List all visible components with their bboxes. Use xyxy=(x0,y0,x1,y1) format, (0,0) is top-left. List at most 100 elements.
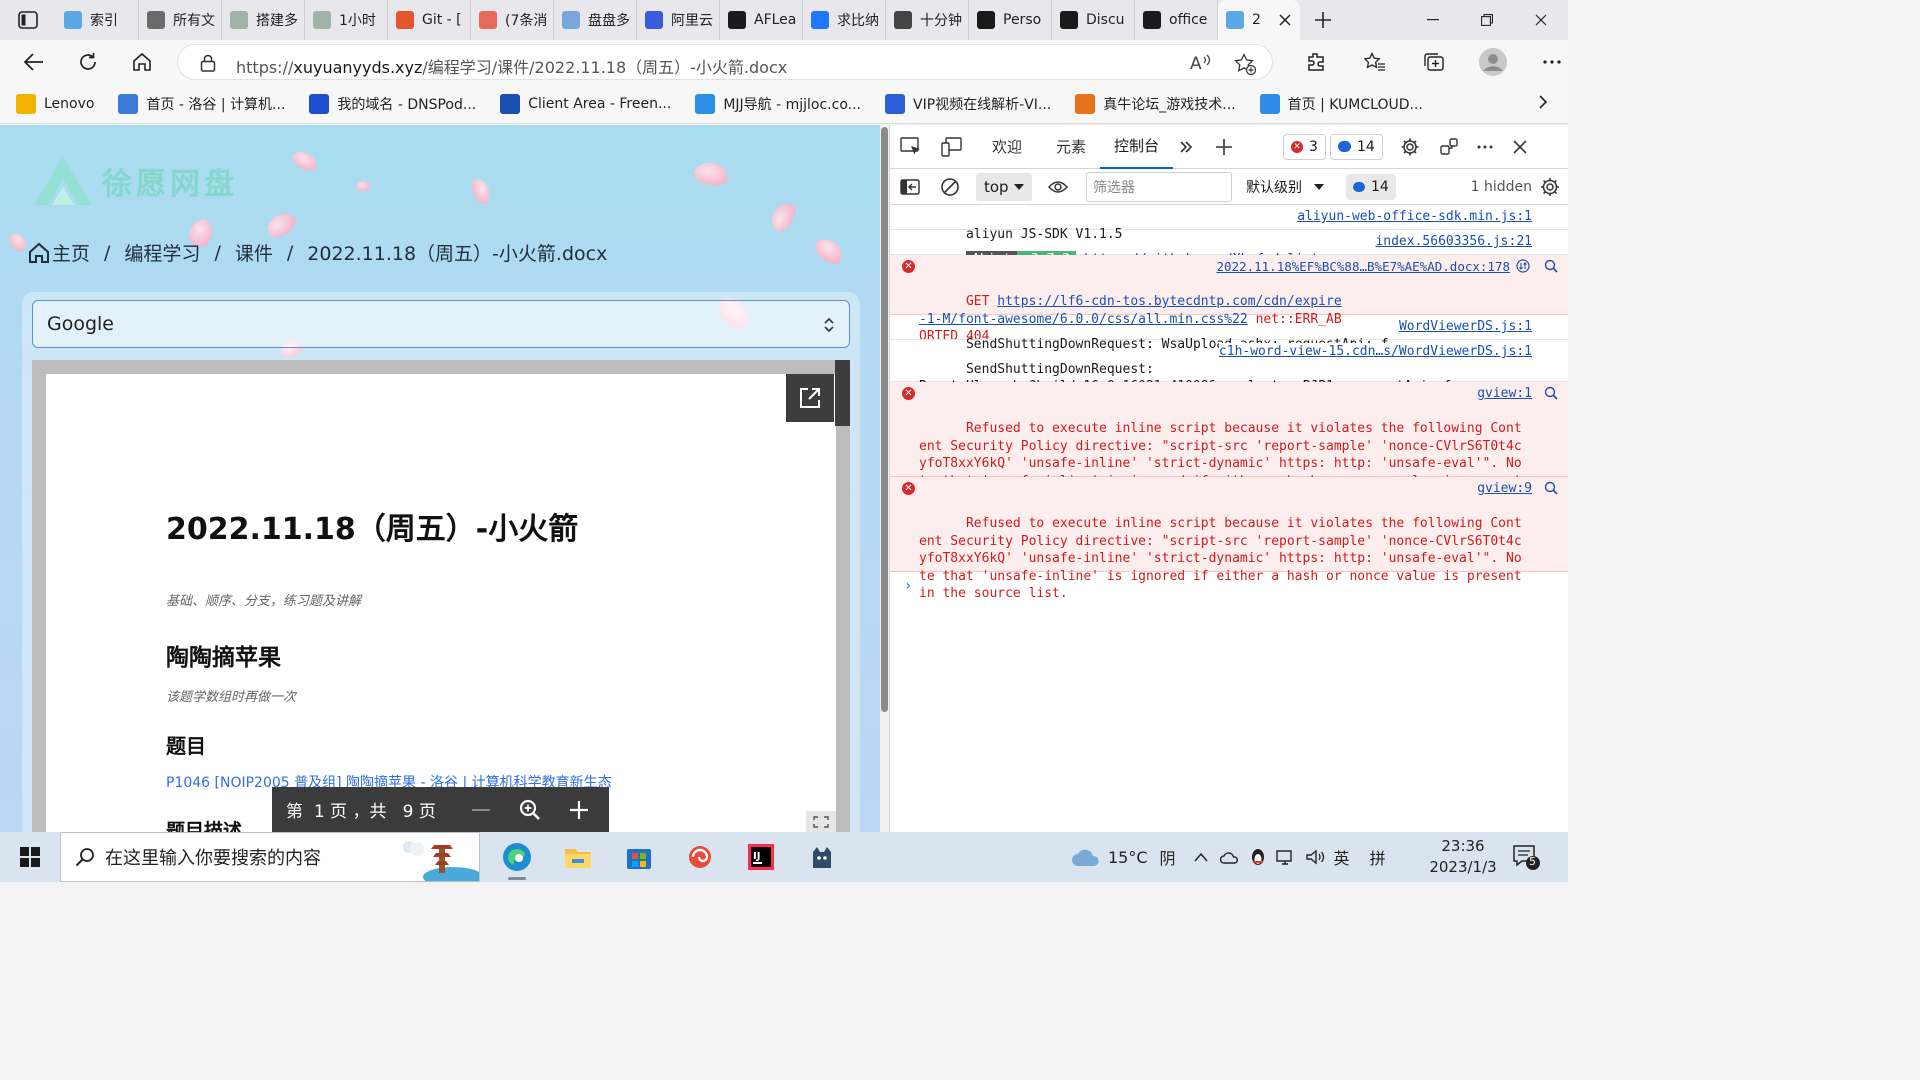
search-icon[interactable] xyxy=(1544,386,1558,400)
add-tool-icon[interactable] xyxy=(1199,125,1249,169)
source-link[interactable]: c1h-word-view-15.cdn…s/WordViewerDS.js:1 xyxy=(1218,343,1532,361)
taskbar-app-red[interactable] xyxy=(669,832,730,882)
page-scrollbar[interactable] xyxy=(880,125,890,832)
weather-cloud-icon[interactable] xyxy=(1070,846,1102,868)
bookmark-item[interactable]: 真牛论坛_游戏技术... xyxy=(1075,93,1236,114)
document-page[interactable]: 2022.11.18（周五）-小火箭 基础、顺序、分支，练习题及讲解 陶陶摘苹果… xyxy=(46,374,836,832)
more-menu-icon[interactable] xyxy=(1522,40,1581,84)
browser-tab[interactable]: 十分钟 xyxy=(886,0,969,40)
read-aloud-icon[interactable]: A xyxy=(1190,53,1212,73)
source-link[interactable]: aliyun-web-office-sdk.min.js:1 xyxy=(1297,208,1532,226)
browser-tab[interactable]: Perso xyxy=(969,0,1052,40)
message-count-badge[interactable]: 14 xyxy=(1329,133,1383,160)
breadcrumb-courseware[interactable]: 课件 xyxy=(235,239,273,266)
close-window-button[interactable] xyxy=(1514,0,1568,40)
volume-icon[interactable] xyxy=(1305,849,1326,865)
breadcrumb-programming[interactable]: 编程学习 xyxy=(124,239,200,266)
bookmark-item[interactable]: Client Area - Freen... xyxy=(500,93,671,114)
bookmark-item[interactable]: 首页 - 洛谷 | 计算机... xyxy=(118,93,285,114)
browser-tab[interactable]: office xyxy=(1135,0,1218,40)
ime-language[interactable]: 英 xyxy=(1334,845,1350,869)
browser-tab[interactable]: 2 xyxy=(1218,0,1300,40)
scrollbar-thumb[interactable] xyxy=(881,127,888,712)
devtools-more-icon[interactable] xyxy=(1467,125,1503,169)
sidebar-toggle-icon[interactable] xyxy=(890,169,930,205)
add-favorite-icon[interactable] xyxy=(1234,53,1256,75)
ime-mode[interactable]: 拼 xyxy=(1370,845,1386,869)
browser-tab[interactable]: AFLea xyxy=(720,0,803,40)
source-link[interactable]: WordViewerDS.js:1 xyxy=(1398,318,1532,336)
inspect-element-icon[interactable] xyxy=(890,125,932,169)
device-emulation-icon[interactable] xyxy=(932,125,972,169)
start-button[interactable] xyxy=(0,832,60,882)
new-tab-button[interactable] xyxy=(1300,0,1346,40)
error-count-badge[interactable]: ✕ 3 xyxy=(1283,133,1326,160)
zoom-in-button[interactable] xyxy=(554,787,603,832)
taskbar-file-explorer[interactable] xyxy=(547,832,608,882)
current-page[interactable]: 1 xyxy=(314,802,325,822)
taskbar-store[interactable] xyxy=(608,832,669,882)
extensions-icon[interactable] xyxy=(1286,40,1345,84)
browser-tab[interactable]: 搭建多 xyxy=(222,0,305,40)
url-text[interactable]: https://xuyuanyyds.xyz/编程学习/课件/2022.11.1… xyxy=(236,54,787,78)
breadcrumb-file[interactable]: 2022.11.18（周五）-小火箭.docx xyxy=(307,239,607,266)
restore-button[interactable] xyxy=(1460,0,1514,40)
close-tab-icon[interactable] xyxy=(1276,11,1294,29)
bookmark-item[interactable]: 首页 | KUMCLOUD... xyxy=(1259,93,1423,114)
connection-icon[interactable] xyxy=(1431,125,1467,169)
clear-console-icon[interactable] xyxy=(930,169,970,205)
profile-avatar[interactable] xyxy=(1463,40,1522,84)
source-link[interactable]: 2022.11.18%EF%BC%88…B%E7%AE%AD.docx:178 xyxy=(1216,258,1510,276)
home-button[interactable] xyxy=(115,40,169,84)
lock-icon[interactable] xyxy=(200,54,216,72)
tab-actions-icon[interactable] xyxy=(0,0,56,40)
zoom-icon[interactable] xyxy=(505,787,554,832)
taskbar-cat-app[interactable] xyxy=(791,832,852,882)
browser-tab[interactable]: Discu xyxy=(1052,0,1135,40)
search-icon[interactable] xyxy=(1544,481,1558,495)
fullscreen-button[interactable] xyxy=(806,811,836,832)
weather-temp[interactable]: 15°C xyxy=(1108,848,1148,867)
close-devtools-icon[interactable] xyxy=(1503,125,1537,169)
browser-tab[interactable]: 1小时 xyxy=(305,0,388,40)
weather-desc[interactable]: 阴 xyxy=(1160,845,1176,869)
notification-center-button[interactable]: 5 xyxy=(1512,844,1540,870)
collections-icon[interactable] xyxy=(1404,40,1463,84)
breadcrumb-home[interactable]: 主页 xyxy=(52,239,90,266)
source-link[interactable]: gview:9 xyxy=(1477,480,1532,498)
refresh-button[interactable] xyxy=(61,40,115,84)
bookmark-item[interactable]: 我的域名 - DNSPod... xyxy=(309,93,476,114)
log-level-dropdown[interactable]: 默认级别 xyxy=(1246,177,1324,197)
console-settings-icon[interactable] xyxy=(1540,177,1560,197)
viewer-scrollbar[interactable] xyxy=(835,360,850,426)
home-icon[interactable] xyxy=(28,242,50,264)
tab-elements[interactable]: 元素 xyxy=(1042,125,1100,169)
source-link[interactable]: index.56603356.js:21 xyxy=(1375,233,1532,251)
settings-gear-icon[interactable] xyxy=(1389,125,1431,169)
console-filter-input[interactable]: 筛选器 xyxy=(1086,171,1232,202)
browser-tab[interactable]: 索引 xyxy=(56,0,139,40)
qq-penguin-icon[interactable] xyxy=(1250,847,1266,867)
taskbar-intellij[interactable]: IJ xyxy=(730,832,791,882)
browser-tab[interactable]: 所有文 xyxy=(139,0,222,40)
browser-tab[interactable]: 阿里云 xyxy=(637,0,720,40)
show-hidden-icons-chevron-icon[interactable] xyxy=(1193,852,1208,862)
favorites-icon[interactable] xyxy=(1345,40,1404,84)
onedrive-cloud-icon[interactable] xyxy=(1219,850,1240,864)
tab-welcome[interactable]: 欢迎 xyxy=(978,125,1036,169)
minimize-button[interactable] xyxy=(1406,0,1460,40)
browser-tab[interactable]: 盘盘多 xyxy=(554,0,637,40)
open-external-button[interactable] xyxy=(786,374,834,422)
taskbar-edge[interactable] xyxy=(486,832,547,882)
preview-provider-select[interactable]: Google xyxy=(32,300,850,348)
bookmark-item[interactable]: VIP视频在线解析-VI... xyxy=(885,93,1051,114)
address-bar[interactable]: https://xuyuanyyds.xyz/编程学习/课件/2022.11.1… xyxy=(177,44,1273,80)
browser-tab[interactable]: 求比纳 xyxy=(803,0,886,40)
context-selector[interactable]: top xyxy=(976,172,1032,201)
live-expression-eye-icon[interactable] xyxy=(1038,169,1078,205)
source-link[interactable]: gview:1 xyxy=(1477,385,1532,403)
search-icon[interactable] xyxy=(1544,259,1558,273)
bookmark-item[interactable]: Lenovo xyxy=(16,93,94,114)
browser-tab[interactable]: (7条消 xyxy=(471,0,554,40)
more-tabs-icon[interactable] xyxy=(1173,125,1199,169)
